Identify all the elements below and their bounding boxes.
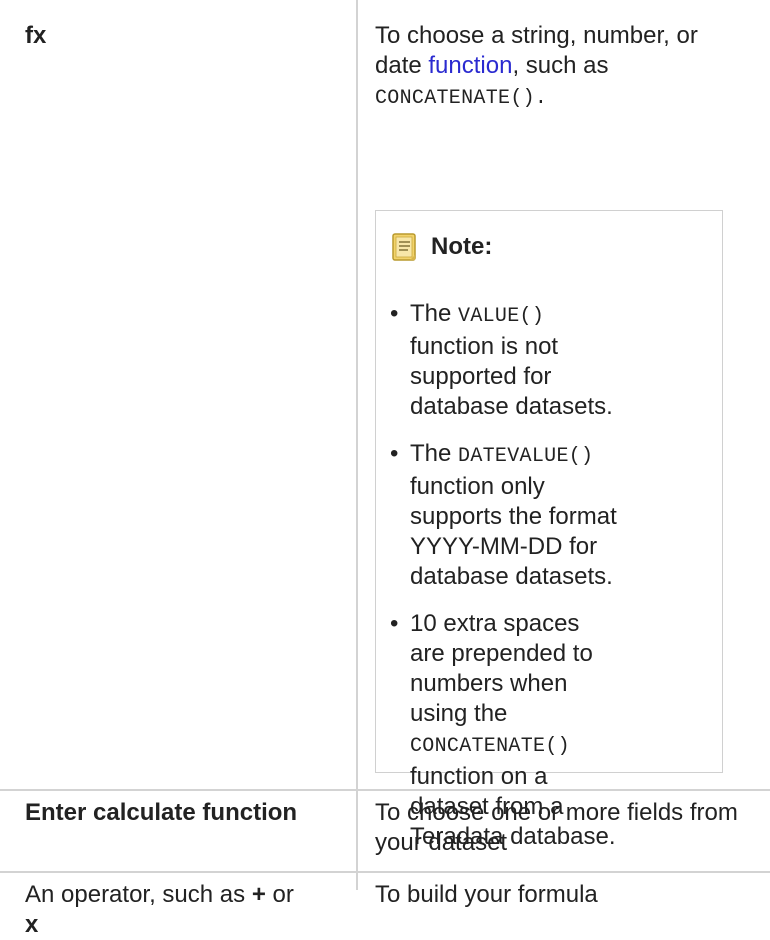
note-item-2-prefix: The	[410, 440, 459, 467]
datevalue-code: DATEVALUE()	[458, 445, 594, 468]
fx-description-middle: , such as	[512, 52, 609, 79]
note-item-1: • The VALUE() function is not supported …	[388, 299, 618, 422]
note-item-1-suffix: function is not supported for database d…	[410, 333, 613, 420]
function-table: fx To choose a string, number, or date f…	[0, 0, 770, 938]
note-item-3-prefix: 10 extra spaces are prepended to numbers…	[410, 610, 593, 727]
value-code: VALUE()	[458, 305, 545, 328]
enter-calculate-description: To choose one or more fields from your d…	[375, 799, 738, 856]
note-title: Note:	[431, 233, 493, 260]
bullet-icon: •	[390, 440, 399, 467]
row-divider-1	[0, 789, 770, 791]
row-divider-2	[0, 871, 770, 873]
bullet-icon: •	[390, 610, 399, 637]
concatenate-code: CONCATENATE().	[375, 87, 548, 110]
enter-calculate-label: Enter calculate function	[25, 799, 298, 826]
note-item-2-suffix: function only supports the format YYYY-M…	[410, 473, 617, 590]
concatenate-code-note: CONCATENATE()	[410, 735, 570, 758]
note-box: Note: • The VALUE() function is not supp…	[375, 210, 723, 850]
operator-prefix: An operator, such as	[25, 881, 252, 908]
fx-description: To choose a string, number, or date func…	[375, 21, 745, 114]
operator-or: or	[265, 881, 294, 908]
bullet-icon: •	[390, 300, 399, 327]
plus-operator: +	[251, 881, 266, 908]
function-link[interactable]: function	[428, 52, 512, 79]
note-item-2: • The DATEVALUE() function only supports…	[388, 439, 618, 592]
x-operator: x	[25, 911, 39, 938]
note-header: Note:	[391, 231, 492, 263]
note-icon	[392, 233, 416, 261]
fx-label: fx	[25, 22, 47, 49]
column-divider	[356, 0, 358, 890]
note-item-1-prefix: The	[410, 300, 459, 327]
operator-label: An operator, such as + or x	[25, 880, 345, 940]
operator-description: To build your formula	[375, 881, 598, 908]
note-list: • The VALUE() function is not supported …	[388, 299, 618, 869]
